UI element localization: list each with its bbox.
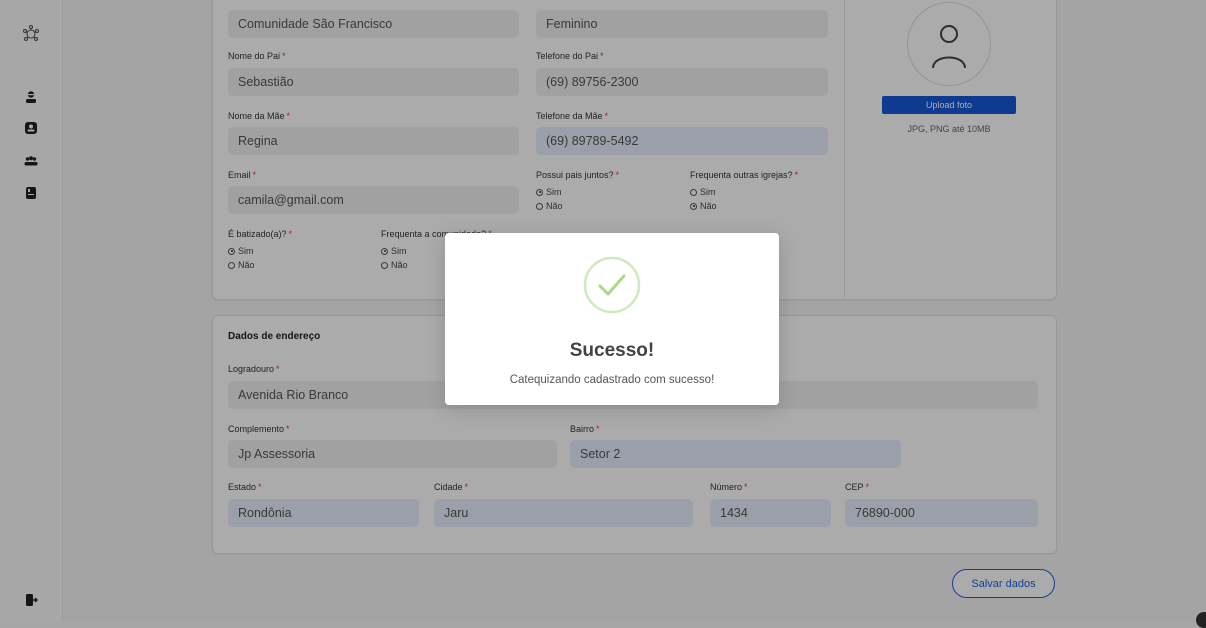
check-circle-icon [583,256,641,314]
modal-message: Catequizando cadastrado com sucesso! [509,374,715,386]
success-modal: Sucesso! Catequizando cadastrado com suc… [445,233,779,405]
modal-title: Sucesso! [569,340,655,361]
corner-badge [1196,612,1206,628]
